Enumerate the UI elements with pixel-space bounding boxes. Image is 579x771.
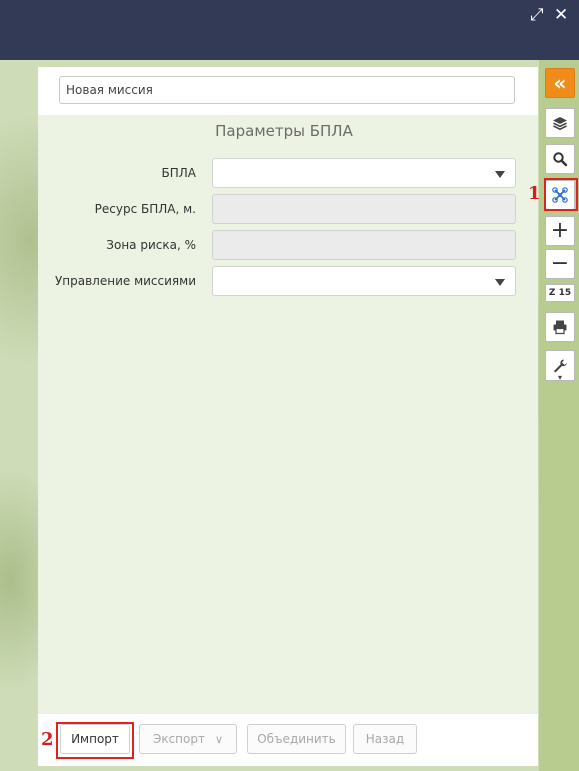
zoom-out-button[interactable]: − — [545, 249, 575, 279]
callout-number-2: 2 — [41, 729, 54, 750]
layers-icon — [553, 117, 567, 131]
search-icon — [553, 152, 568, 167]
merge-button: Объединить — [247, 724, 346, 754]
chevron-down-icon: ∨ — [214, 732, 224, 746]
export-label: Экспорт — [152, 732, 205, 746]
panel-header — [38, 67, 538, 115]
zoom-in-button[interactable]: + — [545, 216, 575, 246]
chevron-down-icon — [495, 171, 505, 178]
print-icon — [553, 320, 567, 335]
mission-panel: Параметры БПЛА БПЛА Ресурс БПЛА, м. Зона… — [38, 67, 538, 766]
map-toolbar: « + − Z 15 ▾ — [539, 60, 579, 771]
search-button[interactable] — [545, 144, 575, 174]
zoom-level-indicator: Z 15 — [545, 284, 575, 302]
section-title: Параметры БПЛА — [215, 122, 353, 140]
uav-select[interactable] — [212, 158, 516, 188]
resource-field — [212, 194, 516, 224]
callout-number-1: 1 — [528, 183, 541, 204]
plus-icon: + — [550, 218, 570, 243]
mission-control-select[interactable] — [212, 266, 516, 296]
window-titlebar: ⤢ ✕ — [0, 0, 579, 60]
print-button[interactable] — [545, 312, 575, 342]
chevron-down-icon[interactable]: ▾ — [545, 373, 575, 383]
layers-button[interactable] — [545, 108, 575, 138]
chevron-down-icon — [495, 279, 505, 286]
highlight-box-import-button — [56, 722, 134, 759]
wrench-icon — [554, 359, 567, 372]
resource-label: Ресурс БПЛА, м. — [94, 202, 196, 216]
mission-name-input[interactable] — [59, 76, 515, 104]
highlight-box-drone-button — [544, 178, 578, 211]
maximize-icon[interactable]: ⤢ — [530, 5, 544, 25]
export-button: Экспорт ∨ — [139, 724, 237, 754]
uav-label: БПЛА — [161, 166, 197, 180]
double-chevron-left-icon: « — [553, 71, 567, 95]
risk-zone-field — [212, 230, 516, 260]
close-icon[interactable]: ✕ — [554, 5, 568, 25]
risk-zone-label: Зона риска, % — [106, 238, 196, 252]
back-button: Назад — [353, 724, 417, 754]
mission-control-label: Управление миссиями — [54, 274, 196, 288]
collapse-panel-button[interactable]: « — [545, 68, 575, 98]
minus-icon: − — [550, 251, 570, 276]
